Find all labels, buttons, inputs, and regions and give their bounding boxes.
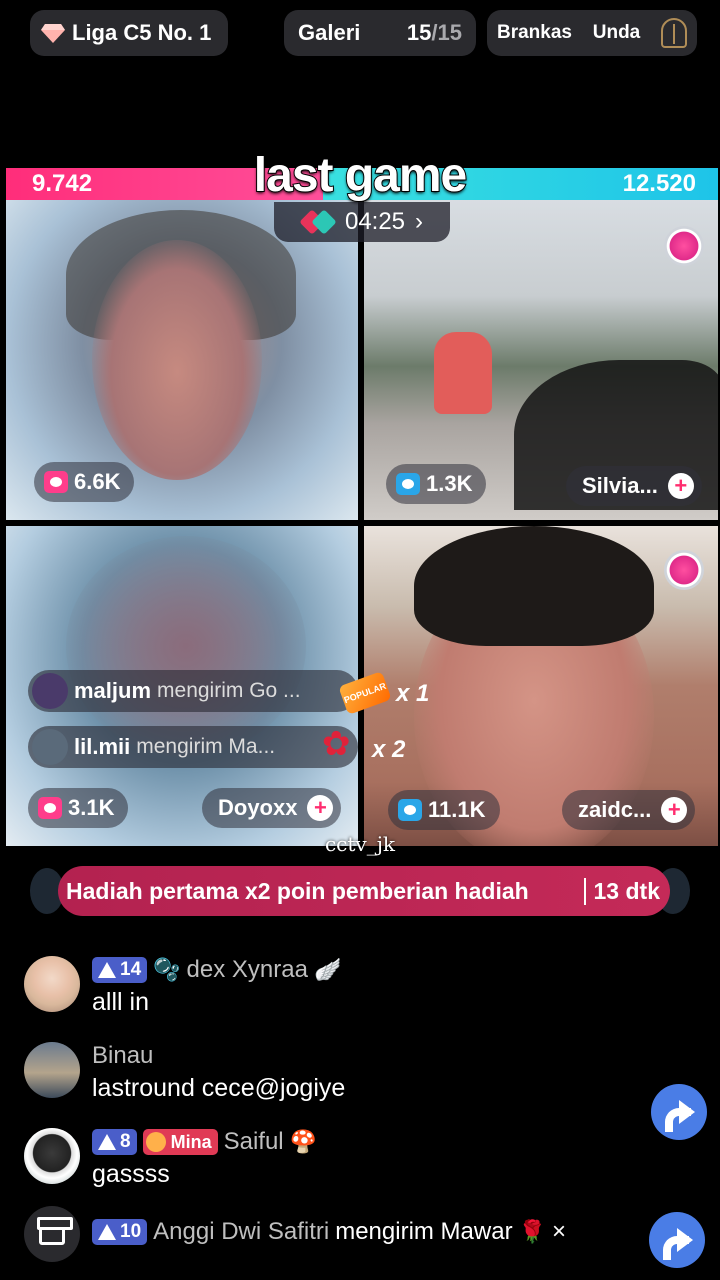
rank-badge-icon [664,226,704,266]
streamer-video [92,240,262,480]
gift-notification: maljum mengirim Go ... [28,670,358,712]
level-badge: 14 [92,957,148,983]
gift-multiplier: x 1 [396,680,430,707]
gift-button[interactable] [24,1206,80,1262]
share-arrow-icon [663,1228,693,1260]
diamond-icon [41,24,65,43]
bubble-icon: 🫧 [153,957,181,982]
league-badge[interactable]: Liga C5 No. 1 [30,10,228,56]
chat-username[interactable]: Binau [92,1042,153,1070]
level-icon [98,1224,116,1240]
follow-plus-icon[interactable]: + [307,795,334,821]
vault-label: Brankas [497,22,572,43]
vault-door-icon [661,18,687,48]
gift-action-text: mengirim Mawar [335,1218,513,1245]
alarm-icon [396,473,420,495]
bonus-banner[interactable]: Hadiah pertama x2 poin pemberian hadiah … [58,866,670,916]
water-tank [434,332,492,414]
alarm-icon [398,799,422,821]
level-badge: 8 [92,1129,137,1155]
streamer-video [66,536,306,756]
gift-icon [37,1217,73,1245]
rose-icon: 🌹 [518,1219,546,1244]
avatar[interactable] [24,1128,80,1184]
rank-badge-icon [664,550,704,590]
banner-text: Hadiah pertama x2 poin pemberian hadiah [66,877,529,904]
level-badge: 10 [92,1219,148,1245]
share-button-secondary[interactable] [649,1212,705,1268]
follow-plus-icon[interactable]: + [661,797,688,823]
streamer-name-pill[interactable]: Silvia... + [566,466,702,506]
likes-pill: 11.1K [388,790,500,830]
gallery-count: 15/15 [406,20,462,45]
chat-text: lastround cece@jogiye [92,1074,346,1102]
mushroom-icon: 🍄 [289,1129,318,1154]
share-arrow-icon [665,1100,695,1132]
gift-multiplier: × [551,1218,566,1245]
battle-timer[interactable]: 04:25 › [274,202,450,242]
alarm-icon [44,471,68,493]
gift-multiplier: x 2 [372,736,406,763]
gift-chat-message: 10 Anggi Dwi Safitri mengirim Mawar 🌹 × [92,1218,566,1246]
wing-icon: 🪽 [313,957,342,982]
avatar[interactable] [24,1042,80,1098]
level-icon [98,1134,116,1150]
fan-club-badge: Mina [142,1129,218,1155]
gift-notification: lil.mii mengirim Ma... [28,726,358,768]
alarm-icon [38,797,62,819]
follow-plus-icon[interactable]: + [667,473,694,499]
video-tile-1[interactable]: 6.6K [6,200,358,520]
streamer-name-pill[interactable]: Doyoxx + [202,788,342,828]
gallery-button[interactable]: Galeri 15/15 [284,10,476,56]
chat-username[interactable]: Anggi Dwi Safitri [153,1218,329,1246]
vault-button[interactable]: Brankas Unda [487,10,697,56]
avatar[interactable] [24,956,80,1012]
banner-countdown: 13 dtk [583,877,660,905]
likes-pill: 3.1K [28,788,129,828]
streamer-name-pill[interactable]: zaidc... + [562,790,696,830]
likes-pill: 6.6K [34,462,135,502]
unda-label: Unda [592,22,641,43]
video-tile-2[interactable]: 1.3K Silvia... + [364,200,718,520]
chat-username[interactable]: dex Xynraa [187,956,308,984]
avatar [32,729,68,765]
rose-gift-icon: ✿ [322,725,351,763]
level-icon [98,962,116,978]
overlay-caption: last game [253,148,468,203]
likes-pill: 1.3K [386,464,487,504]
chat-username[interactable]: Saiful [224,1128,284,1156]
share-button[interactable] [651,1084,707,1140]
avatar [32,673,68,709]
league-label: Liga C5 No. 1 [72,20,212,45]
chat-text: gassss [92,1160,170,1188]
heart-icon [145,1132,166,1152]
watermark: cctv_jk [324,832,396,856]
gallery-label: Galeri [298,20,361,45]
chat-text: alll in [92,988,149,1016]
battle-icon [301,211,335,233]
chevron-right-icon: › [415,208,424,235]
